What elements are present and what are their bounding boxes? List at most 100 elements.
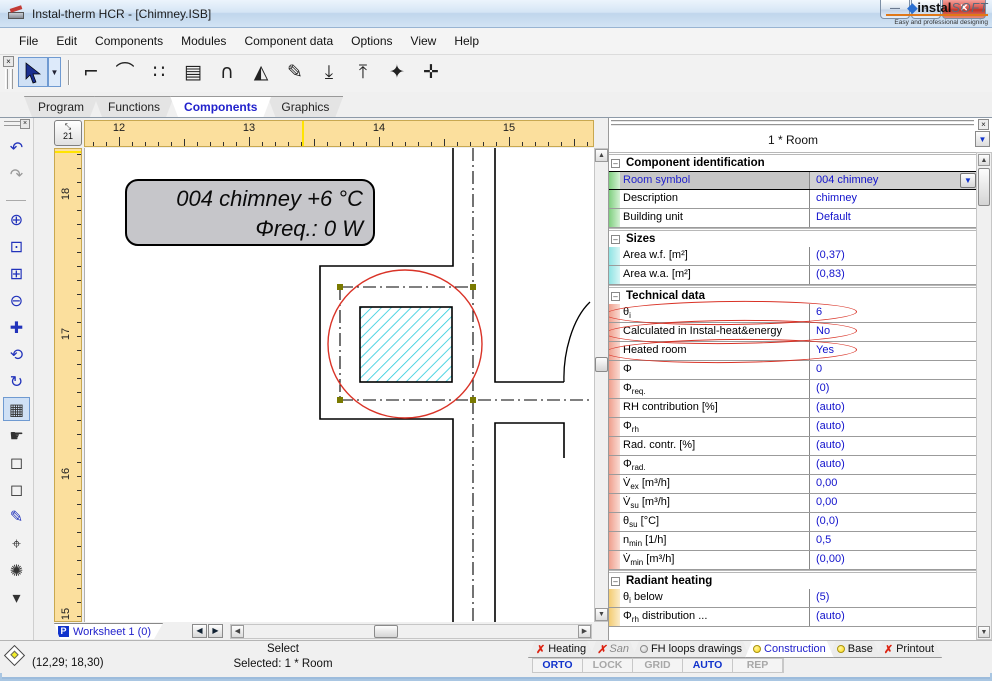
select-area-icon[interactable]: ◻ — [3, 451, 30, 475]
property-value[interactable]: No — [810, 323, 977, 341]
scroll-right-icon[interactable]: ▶ — [578, 625, 591, 638]
title-bar[interactable]: Instal-therm HCR - [Chimney.ISB] — ▫ ✕ — [0, 0, 992, 28]
property-row[interactable]: Area w.f. [m²](0,37) — [609, 247, 977, 266]
cursor-tool-dropdown[interactable]: ▼ — [48, 57, 61, 87]
toggle-rep[interactable]: REP — [733, 659, 783, 672]
menu-file[interactable]: File — [10, 30, 47, 52]
worksheet-prev-button[interactable]: ◀ — [192, 624, 207, 638]
property-value[interactable]: (auto) — [810, 456, 977, 474]
property-value[interactable]: (0,00) — [810, 551, 977, 569]
ruler-origin-button[interactable]: ⤡ 21 — [54, 120, 82, 146]
scroll-down-icon[interactable]: ▼ — [595, 608, 608, 621]
scrollbar-thumb[interactable] — [595, 357, 608, 372]
select-cursor-tool[interactable] — [18, 57, 48, 87]
zoom-previous-icon[interactable]: ⟲ — [3, 343, 30, 367]
more-tools-icon[interactable]: ▾ — [3, 586, 30, 610]
property-row[interactable]: V̇su [m³/h]0,00 — [609, 494, 977, 513]
property-value[interactable]: (auto) — [810, 437, 977, 455]
property-row[interactable]: θi6 — [609, 304, 977, 323]
property-row[interactable]: RH contribution [%](auto) — [609, 399, 977, 418]
tab-graphics[interactable]: Graphics — [267, 96, 343, 117]
drawing-canvas[interactable]: 004 chimney +6 °C Φreq.: 0 W — [84, 148, 594, 622]
scroll-up-icon[interactable]: ▲ — [978, 154, 990, 166]
virtual-wall-tool[interactable]: ∷ — [144, 58, 174, 87]
property-row[interactable]: nmin [1/h]0,5 — [609, 532, 977, 551]
section-header[interactable]: –Radiant heating — [609, 570, 977, 589]
torch-burst-icon[interactable]: ✺ — [3, 559, 30, 583]
pen-icon[interactable]: ✎ — [3, 505, 30, 529]
property-row[interactable]: Φrh distribution ...(auto) — [609, 608, 977, 627]
section-header[interactable]: –Sizes — [609, 228, 977, 247]
edit-drawing-tool[interactable]: ✎ — [280, 58, 310, 87]
property-row[interactable]: Φrad.(auto) — [609, 456, 977, 475]
zoom-area-icon[interactable]: ⊡ — [3, 235, 30, 259]
property-row[interactable]: Φrh(auto) — [609, 418, 977, 437]
selection-handle[interactable] — [337, 397, 343, 403]
canvas-horizontal-scrollbar[interactable]: ◀ ▶ — [230, 624, 592, 639]
toggle-lock[interactable]: LOCK — [583, 659, 633, 672]
property-value[interactable]: Default — [810, 209, 977, 227]
selection-handle[interactable] — [470, 397, 476, 403]
property-row[interactable]: Φ0 — [609, 361, 977, 380]
redo-icon[interactable]: ↷ — [3, 163, 30, 187]
collapse-icon[interactable]: – — [611, 159, 620, 168]
property-value[interactable]: 0,5 — [810, 532, 977, 550]
property-value[interactable]: (0) — [810, 380, 977, 398]
selection-handle[interactable] — [470, 284, 476, 290]
property-value[interactable]: 004 chimney▼ — [810, 172, 977, 189]
toggle-auto[interactable]: AUTO — [683, 659, 733, 672]
panel-grip[interactable] — [611, 120, 974, 126]
undo-icon[interactable]: ↶ — [3, 136, 30, 160]
value-dropdown-icon[interactable]: ▼ — [960, 173, 976, 188]
canvas-vertical-scrollbar[interactable]: ▲ ▼ — [594, 148, 609, 622]
toggle-orto[interactable]: ORTO — [533, 659, 583, 672]
pan-hand-icon[interactable]: ☛ — [3, 424, 30, 448]
menu-options[interactable]: Options — [342, 30, 401, 52]
scroll-left-icon[interactable]: ◀ — [231, 625, 244, 638]
menu-modules[interactable]: Modules — [172, 30, 235, 52]
worksheet-next-button[interactable]: ▶ — [208, 624, 223, 638]
zoom-out-icon[interactable]: ⊖ — [3, 289, 30, 313]
tab-program[interactable]: Program — [24, 96, 98, 117]
layer-tab-base[interactable]: Base — [829, 641, 881, 658]
scrollbar-thumb[interactable] — [978, 168, 990, 206]
section-header[interactable]: –Component identification — [609, 152, 977, 171]
level-above-tool[interactable]: ⤒ — [348, 58, 378, 87]
select-query-icon[interactable]: ◻ — [3, 478, 30, 502]
zoom-in-icon[interactable]: ⊕ — [3, 208, 30, 232]
door-tool[interactable]: ∩ — [212, 58, 242, 87]
menu-help[interactable]: Help — [445, 30, 488, 52]
property-value[interactable]: 0 — [810, 361, 977, 379]
section-header[interactable]: –Technical data — [609, 285, 977, 304]
scrollbar-thumb[interactable] — [374, 625, 398, 638]
zoom-all-icon[interactable]: ✚ — [3, 316, 30, 340]
torch-icon[interactable]: ⌖ — [3, 532, 30, 556]
property-value[interactable]: (0,0) — [810, 513, 977, 531]
menu-components[interactable]: Components — [86, 30, 172, 52]
zoom-in-out-icon[interactable]: ⊞ — [3, 262, 30, 286]
room-label-box[interactable]: 004 chimney +6 °C Φreq.: 0 W — [125, 179, 375, 246]
property-value[interactable]: (0,37) — [810, 247, 977, 265]
property-row[interactable]: V̇ex [m³/h]0,00 — [609, 475, 977, 494]
property-value[interactable]: chimney — [810, 190, 977, 208]
toolbar-grip[interactable] — [5, 69, 8, 89]
property-value[interactable]: (auto) — [810, 399, 977, 417]
wall-tool[interactable]: ⌐ — [76, 58, 106, 87]
property-value[interactable]: 0,00 — [810, 494, 977, 512]
property-row[interactable]: V̇min [m³/h](0,00) — [609, 551, 977, 570]
property-row[interactable]: Building unitDefault — [609, 209, 977, 228]
level-below-tool[interactable]: ⤓ — [314, 58, 344, 87]
north-arrow-tool[interactable]: ✦ — [382, 58, 412, 87]
auxiliary-cross-tool[interactable]: ✛ — [416, 58, 446, 87]
collapse-icon[interactable]: – — [611, 577, 620, 586]
property-value[interactable]: 6 — [810, 304, 977, 322]
panel-scrollbar[interactable]: ▲ ▼ — [976, 152, 992, 640]
property-row[interactable]: Calculated in Instal-heat&energyNo — [609, 323, 977, 342]
property-value[interactable]: (auto) — [810, 418, 977, 436]
window-tool[interactable]: ◭ — [246, 58, 276, 87]
property-row[interactable]: Heated roomYes — [609, 342, 977, 361]
selection-handle[interactable] — [337, 284, 343, 290]
layer-tab-san[interactable]: ✗San — [589, 641, 637, 658]
property-row[interactable]: Room symbol004 chimney▼ — [609, 171, 977, 190]
property-row[interactable]: Φreq.(0) — [609, 380, 977, 399]
